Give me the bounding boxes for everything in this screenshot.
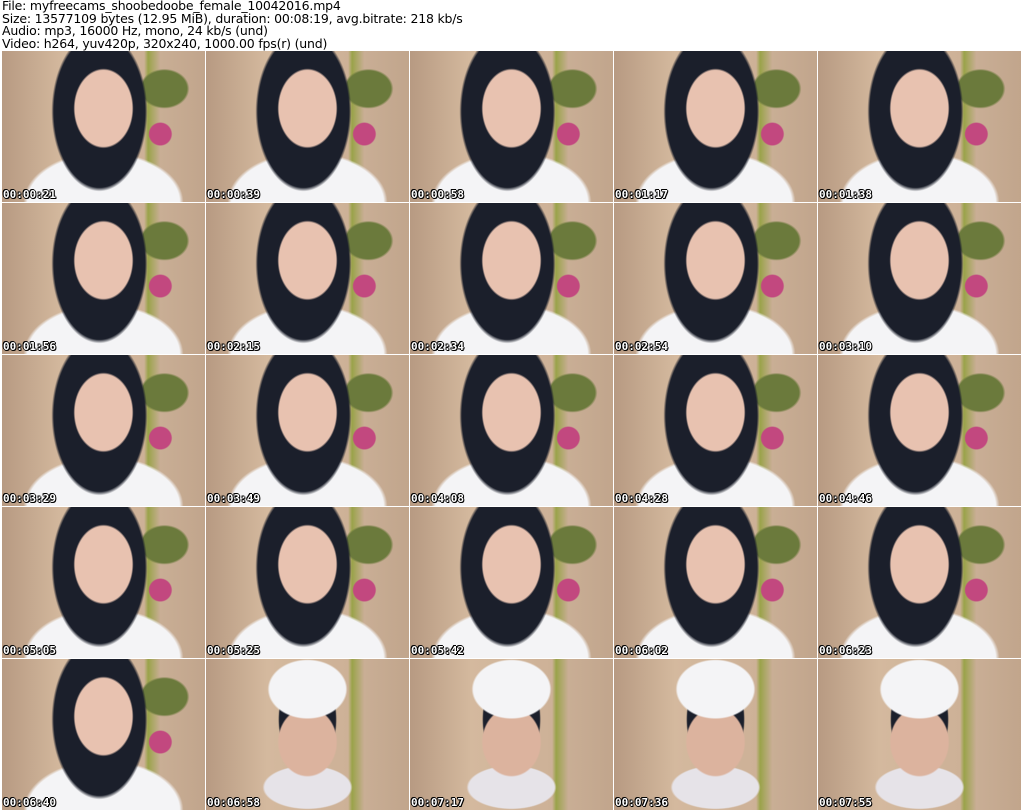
video-thumbnail: 00:01:38 — [818, 51, 1021, 202]
thumbnail-timestamp: 00:06:58 — [207, 796, 260, 809]
video-thumbnail: 00:04:08 — [410, 355, 613, 506]
video-thumbnail: 00:06:02 — [614, 507, 817, 658]
video-thumbnail: 00:07:17 — [410, 659, 613, 810]
video-thumbnail: 00:04:28 — [614, 355, 817, 506]
thumbnail-timestamp: 00:02:15 — [207, 340, 260, 353]
thumbnail-timestamp: 00:00:21 — [3, 188, 56, 201]
video-thumbnail: 00:05:05 — [2, 507, 205, 658]
thumbnail-timestamp: 00:00:58 — [411, 188, 464, 201]
video-thumbnail: 00:03:29 — [2, 355, 205, 506]
video-thumbnail: 00:00:58 — [410, 51, 613, 202]
video-thumbnail: 00:00:39 — [206, 51, 409, 202]
video-thumbnail: 00:01:56 — [2, 203, 205, 354]
video-thumbnail: 00:02:15 — [206, 203, 409, 354]
thumbnail-timestamp: 00:03:49 — [207, 492, 260, 505]
video-thumbnail: 00:05:25 — [206, 507, 409, 658]
video-info: Video: h264, yuv420p, 320x240, 1000.00 f… — [2, 35, 328, 51]
thumbnail-timestamp: 00:03:29 — [3, 492, 56, 505]
thumbnail-timestamp: 00:06:40 — [3, 796, 56, 809]
video-thumbnail: 00:04:46 — [818, 355, 1021, 506]
thumbnail-timestamp: 00:04:28 — [615, 492, 668, 505]
thumbnail-grid: 00:00:21 00:00:39 00:00:58 00:01:17 00:01:38… — [2, 51, 1021, 810]
thumbnail-timestamp: 00:01:56 — [3, 340, 56, 353]
video-thumbnail: 00:02:34 — [410, 203, 613, 354]
thumbnail-timestamp: 00:06:23 — [819, 644, 872, 657]
video-thumbnail: 00:02:54 — [614, 203, 817, 354]
video-thumbnail: 00:06:40 — [2, 659, 205, 810]
thumbnail-timestamp: 00:04:46 — [819, 492, 872, 505]
thumbnail-timestamp: 00:02:54 — [615, 340, 668, 353]
thumbnail-timestamp: 00:04:08 — [411, 492, 464, 505]
video-thumbnail: 00:03:10 — [818, 203, 1021, 354]
video-thumbnail: 00:07:36 — [614, 659, 817, 810]
thumbnail-timestamp: 00:01:17 — [615, 188, 668, 201]
thumbnail-timestamp: 00:07:55 — [819, 796, 872, 809]
video-thumbnail: 00:06:58 — [206, 659, 409, 810]
file-info-header: File: myfreecams_shoobedoobe_female_1004… — [2, 0, 463, 50]
video-thumbnail: 00:06:23 — [818, 507, 1021, 658]
video-thumbnail: 00:01:17 — [614, 51, 817, 202]
thumbnail-timestamp: 00:03:10 — [819, 340, 872, 353]
video-thumbnail: 00:07:55 — [818, 659, 1021, 810]
thumbnail-timestamp: 00:05:42 — [411, 644, 464, 657]
thumbnail-timestamp: 00:01:38 — [819, 188, 872, 201]
thumbnail-timestamp: 00:02:34 — [411, 340, 464, 353]
thumbnail-timestamp: 00:06:02 — [615, 644, 668, 657]
thumbnail-timestamp: 00:05:25 — [207, 644, 260, 657]
video-thumbnail: 00:03:49 — [206, 355, 409, 506]
thumbnail-timestamp: 00:07:17 — [411, 796, 464, 809]
thumbnail-timestamp: 00:00:39 — [207, 188, 260, 201]
video-thumbnail: 00:05:42 — [410, 507, 613, 658]
thumbnail-timestamp: 00:05:05 — [3, 644, 56, 657]
video-thumbnail: 00:00:21 — [2, 51, 205, 202]
thumbnail-timestamp: 00:07:36 — [615, 796, 668, 809]
